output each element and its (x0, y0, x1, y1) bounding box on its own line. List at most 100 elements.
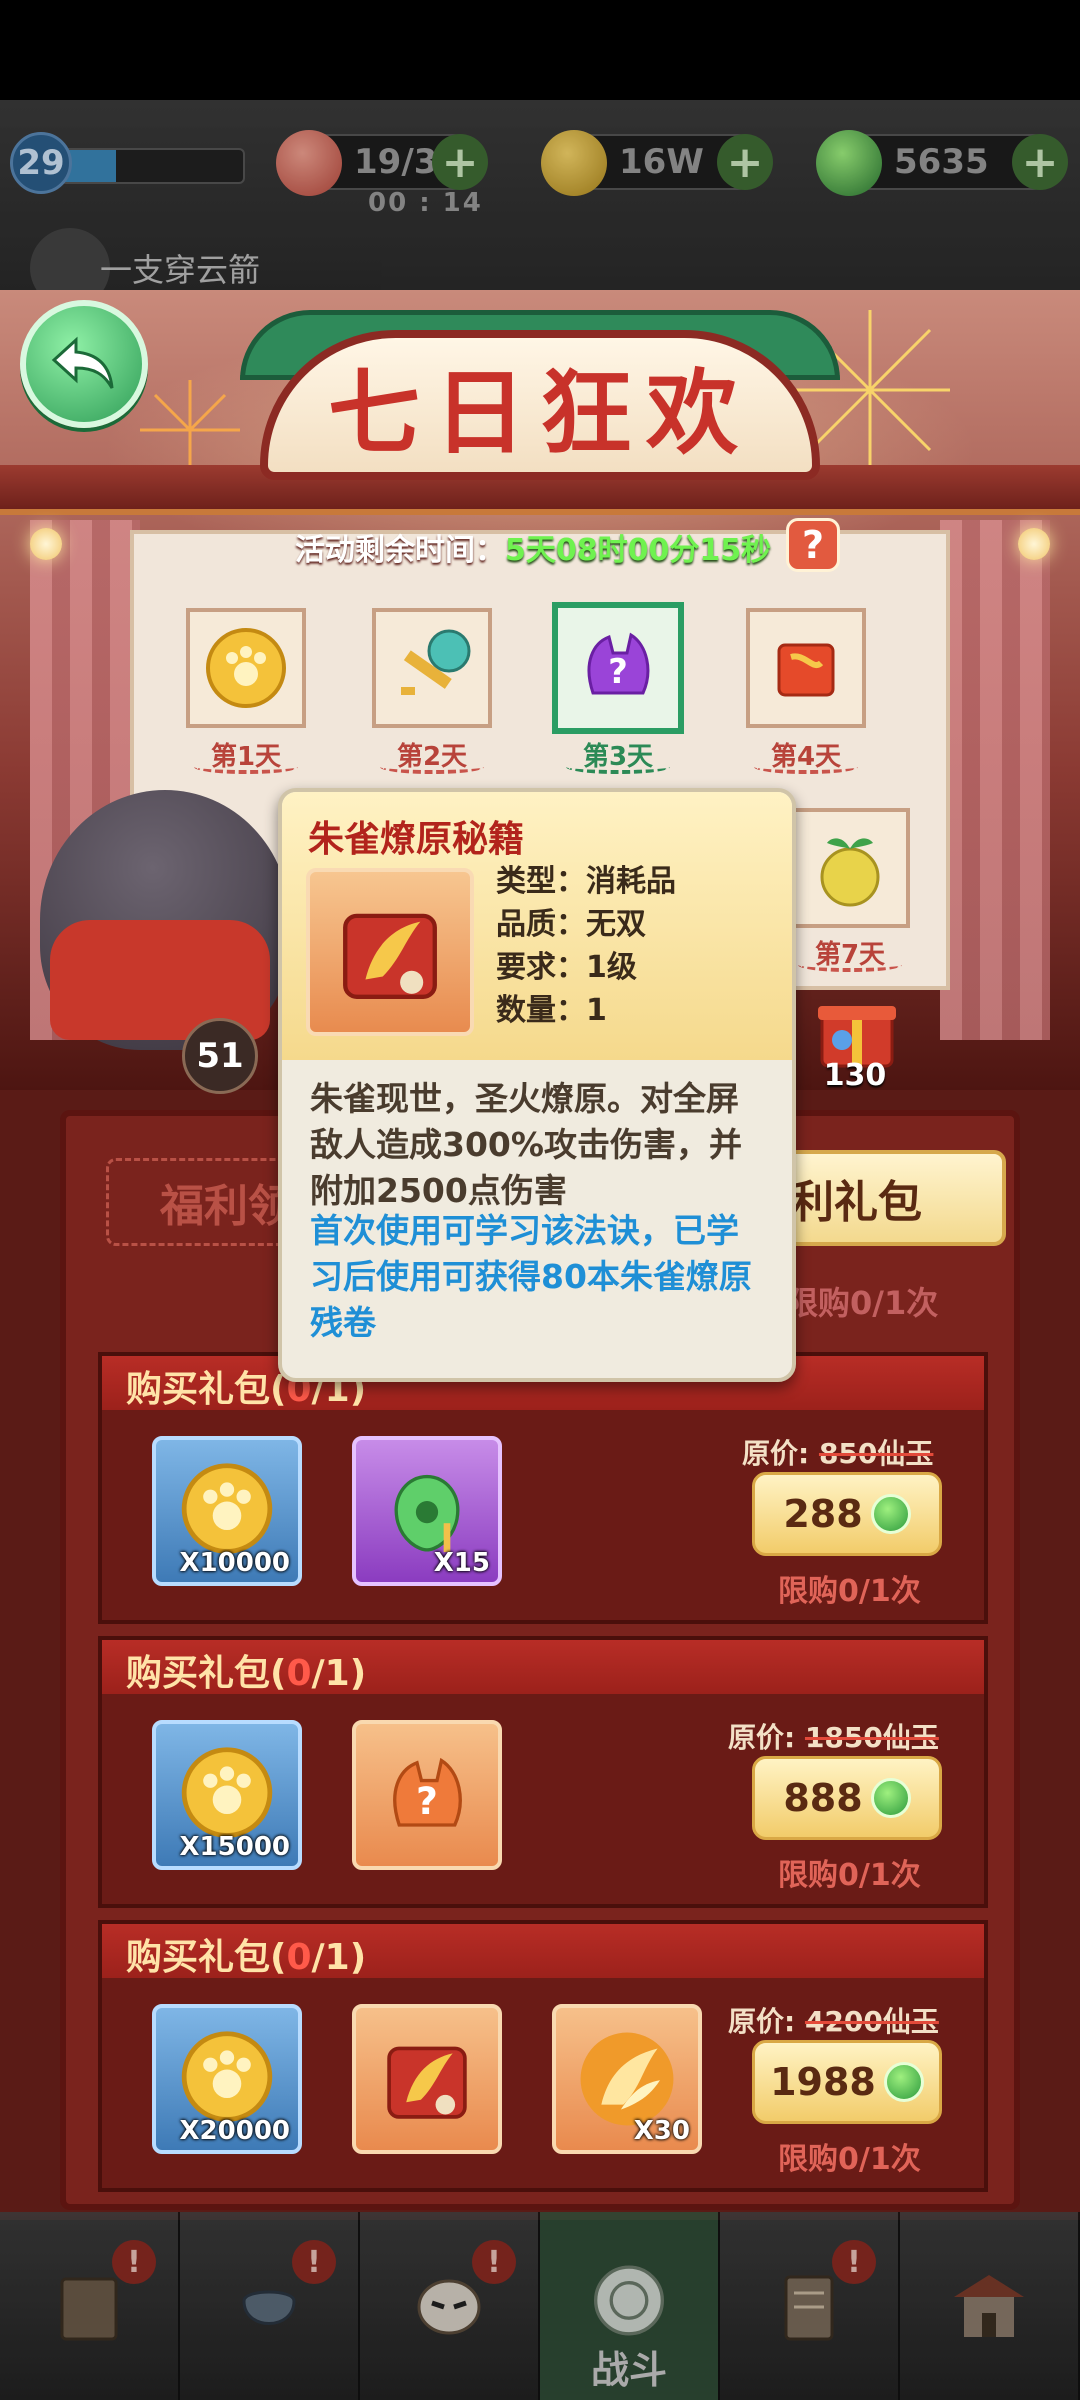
day-1-reward[interactable] (186, 608, 306, 728)
pack-title: 购买礼包(0/1) (126, 1653, 367, 1694)
scroll-icon (777, 643, 835, 697)
tooltip-attributes: 类型：消耗品 品质：无双 要求：1级 数量：1 (496, 860, 676, 1032)
pack-header: 购买礼包(0/1) (102, 1924, 984, 1978)
notification-badge: ! (472, 2240, 516, 2284)
countdown-label: 活动剩余时间： (295, 533, 505, 568)
gold-value: 16W (619, 142, 704, 182)
curtain-right (940, 520, 1050, 1040)
paw-coin-icon (206, 628, 286, 708)
gift-count: 130 (823, 1058, 887, 1093)
buy-button[interactable]: 1988 (752, 2040, 942, 2124)
lantern-right (1018, 528, 1050, 560)
pack-item[interactable]: X10000 (152, 1436, 302, 1586)
nav-book[interactable]: ! (0, 2212, 180, 2400)
jade-coin-icon (883, 2062, 924, 2102)
pack-header: 购买礼包(0/1) (102, 1640, 984, 1694)
pack-item[interactable]: ? (352, 1720, 502, 1870)
add-jade-button[interactable]: + (1012, 134, 1068, 190)
countdown-value: 5天08时00分15秒 (505, 533, 772, 568)
event-title: 七日狂欢 (327, 358, 752, 467)
buy-button[interactable]: 288 (752, 1472, 942, 1556)
item-quantity: X30 (633, 2116, 690, 2146)
buy-button[interactable]: 888 (752, 1756, 942, 1840)
day-3-reward[interactable]: ? (552, 602, 684, 734)
player-level-badge[interactable]: 29 (10, 132, 72, 194)
help-button[interactable]: ? (786, 518, 840, 572)
jade-coin-icon (870, 1778, 911, 1818)
tooltip-description: 朱雀现世，圣火燎原。对全屏敌人造成300%攻击伤害，并附加2500点伤害 (310, 1079, 742, 1210)
resource-row: 29 19/30 + 16W + 5635 + (0, 128, 1080, 208)
nav-temple[interactable] (900, 2212, 1080, 2400)
tooltip-item-name: 朱雀燎原秘籍 (308, 819, 525, 860)
nav-battle[interactable]: 战斗 (540, 2212, 720, 2400)
stamina-counter: 19/30 + (276, 130, 488, 196)
item-quantity: X15000 (179, 1832, 291, 1862)
bottom-nav: ! ! ! 战斗 ! (0, 2212, 1080, 2400)
paw-coin-icon (181, 1463, 273, 1554)
add-stamina-button[interactable]: + (432, 134, 488, 190)
temple-icon (954, 2275, 1024, 2337)
nav-battle-label: 战斗 (590, 2348, 667, 2392)
mystery-fox-icon: ? (393, 1757, 462, 1827)
pack-item[interactable]: X15 (352, 1436, 502, 1586)
purchase-limit: 限购0/1次 (778, 2142, 921, 2177)
phoenix-scroll-icon (387, 2046, 467, 2119)
screen: 29 19/30 + 16W + 5635 + 00 : 14 一支穿云箭 七日… (0, 0, 1080, 2400)
pack-item[interactable] (352, 2004, 502, 2154)
item-quantity: X15 (433, 1548, 490, 1578)
tooltip-item-image (306, 868, 474, 1036)
attr-quality: 品质：无双 (496, 907, 646, 942)
gold-ingot-icon (541, 130, 607, 196)
paw-coin-icon (181, 1747, 273, 1838)
notification-badge: ! (832, 2240, 876, 2284)
nav-tasks[interactable]: ! (720, 2212, 900, 2400)
item-quantity: X10000 (179, 1548, 291, 1578)
pack-item[interactable]: X20000 (152, 2004, 302, 2154)
hud-timer: 00 : 14 (368, 188, 483, 218)
nav-mask[interactable]: ! (360, 2212, 540, 2400)
previous-pack-limit: 限购0/1次 (786, 1284, 939, 1322)
original-price: 原价: 1850仙玉 (728, 1721, 939, 1754)
peach-icon (276, 130, 342, 196)
jade-counter: 5635 + (816, 130, 1068, 196)
event-countdown: 活动剩余时间： 5天08时00分15秒 (295, 522, 771, 572)
back-button[interactable] (20, 300, 148, 428)
gold-counter: 16W + (541, 130, 773, 196)
add-gold-button[interactable]: + (717, 134, 773, 190)
jade-pendant-icon (394, 1474, 460, 1553)
svg-text:?: ? (416, 1779, 438, 1823)
notification-badge: ! (292, 2240, 336, 2284)
item-tooltip: 朱雀燎原秘籍 类型：消耗品 品质：无双 要求：1级 数量：1 朱雀现世，圣火燎原… (278, 788, 796, 1382)
day-4-reward[interactable] (746, 608, 866, 728)
character-level-badge: 51 (182, 1018, 258, 1094)
svg-text:?: ? (608, 652, 628, 692)
day-3-underline (566, 760, 670, 774)
day-7-reward[interactable] (790, 808, 910, 928)
attr-type: 类型：消耗品 (496, 864, 676, 899)
jade-value: 5635 (894, 142, 989, 182)
original-price: 原价: 850仙玉 (742, 1437, 934, 1470)
attr-requirement: 要求：1级 (496, 950, 637, 985)
original-price: 原价: 4200仙玉 (728, 2005, 939, 2038)
lantern-left (30, 528, 62, 560)
pack-item[interactable]: X15000 (152, 1720, 302, 1870)
pack-item[interactable]: X30 (552, 2004, 702, 2154)
nav-bag[interactable]: ! (180, 2212, 360, 2400)
player-name: 一支穿云箭 (100, 251, 261, 289)
gift-pack-1: 购买礼包(0/1) X10000 X15 原价: 850仙玉 288 限购0/1… (98, 1352, 988, 1624)
tab-gift-pack[interactable]: 利礼包 (766, 1150, 1006, 1246)
event-title-plaque: 七日狂欢 (260, 330, 820, 480)
gift-pack-2: 购买礼包(0/1) X15000 ? 原价: 1850仙玉 888 限购0/1次 (98, 1636, 988, 1908)
mystery-fox-icon: ? (587, 632, 650, 695)
jade-icon (816, 130, 882, 196)
day-7-underline (798, 958, 902, 972)
purchase-limit: 限购0/1次 (778, 1574, 921, 1609)
day-4-underline (754, 760, 858, 774)
day-2-reward[interactable] (372, 608, 492, 728)
day-2-underline (380, 760, 484, 774)
fruit-icon (820, 838, 880, 907)
top-hud: 29 19/30 + 16W + 5635 + 00 : 14 一支穿云箭 (0, 100, 1080, 308)
item-quantity: X20000 (179, 2116, 291, 2146)
back-arrow-icon (51, 336, 114, 389)
pack-title: 购买礼包(0/1) (126, 1937, 367, 1978)
